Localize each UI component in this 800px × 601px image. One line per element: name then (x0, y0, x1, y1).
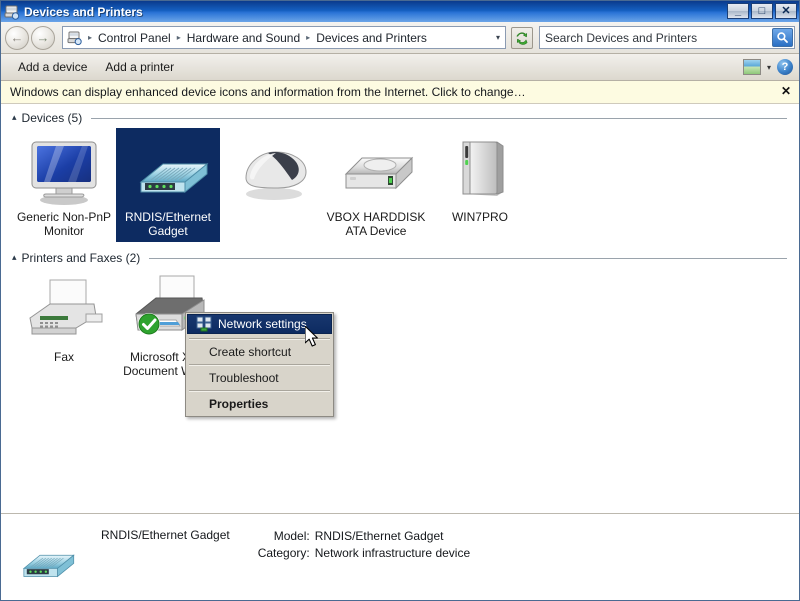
command-bar: Add a device Add a printer ▾ ? (1, 54, 799, 81)
context-menu-item-label: Troubleshoot (209, 371, 279, 385)
context-menu-create-shortcut[interactable]: Create shortcut (187, 341, 332, 363)
devices-group-header[interactable]: ▴ Devices (5) (2, 108, 799, 128)
device-vbox-harddisk-ata-device[interactable]: VBOX HARDDISK ATA Device (324, 128, 428, 242)
context-menu-item-label: Create shortcut (209, 345, 292, 359)
view-options-caret-icon[interactable]: ▾ (767, 63, 771, 72)
device-label: WIN7PRO (451, 210, 508, 224)
minimize-button[interactable]: _ (727, 3, 749, 19)
context-menu-separator-1 (189, 364, 330, 366)
device-win7pro[interactable]: WIN7PRO (428, 128, 532, 242)
add-a-printer-button[interactable]: Add a printer (96, 57, 183, 77)
forward-button[interactable]: → (31, 25, 55, 50)
back-button[interactable]: ← (5, 25, 29, 50)
back-arrow-icon: ← (10, 30, 24, 45)
context-menu: Network settings Create shortcut Trouble… (185, 312, 334, 417)
details-key: Model: (273, 529, 310, 543)
help-button[interactable]: ? (777, 59, 793, 75)
address-bar-icon (67, 30, 83, 46)
printers-group-label: Printers and Faxes (2) (21, 251, 141, 265)
view-options-icon[interactable] (742, 59, 761, 75)
search-box[interactable]: Search Devices and Printers (539, 26, 795, 49)
breadcrumb-item-0[interactable]: Control Panel (96, 31, 173, 45)
device-label: RNDIS/Ethernet Gadget (124, 210, 212, 238)
printers-tile-row: Fax Microsoft Document (2, 268, 799, 382)
monitor-icon (14, 134, 114, 206)
mouse-icon (222, 134, 322, 206)
context-menu-network-settings[interactable]: Network settings (187, 314, 332, 334)
context-menu-item-label: Network settings (218, 317, 307, 331)
device-mouse[interactable] (220, 128, 324, 242)
device-label: Generic Non-PnP Monitor (16, 210, 112, 238)
details-value: RNDIS/Ethernet Gadget (314, 529, 444, 543)
device-label: VBOX HARDDISK ATA Device (326, 210, 426, 238)
devices-tile-row: Generic Non-PnP Monitor RNDIS/Ethernet G… (2, 128, 799, 242)
computer-icon (430, 134, 530, 206)
breadcrumb-separator-0[interactable]: ▸ (87, 33, 93, 42)
window-controls: _ □ ✕ (727, 3, 797, 19)
details-row-model: Model: RNDIS/Ethernet Gadget (248, 528, 470, 545)
context-menu-separator-0 (189, 338, 330, 340)
search-input[interactable]: Search Devices and Printers (545, 31, 772, 45)
refresh-icon (516, 31, 528, 45)
context-menu-gap (187, 334, 332, 337)
context-menu-item-label: Properties (209, 397, 269, 411)
details-value: Network infrastructure device (314, 546, 471, 560)
printer-label: Fax (53, 350, 74, 364)
details-pane: RNDIS/Ethernet Gadget Model: RNDIS/Ether… (1, 513, 799, 600)
title-bar[interactable]: Devices and Printers _ □ ✕ (1, 1, 799, 22)
window-icon (4, 4, 20, 20)
printers-group-collapse-icon[interactable]: ▴ (12, 252, 17, 263)
info-bar[interactable]: Windows can display enhanced device icon… (1, 81, 799, 104)
close-glyph: ✕ (781, 4, 791, 17)
printers-group-header[interactable]: ▴ Printers and Faxes (2) (2, 248, 799, 268)
add-a-device-button[interactable]: Add a device (9, 57, 96, 77)
context-menu-separator-2 (189, 390, 330, 392)
breadcrumb-separator-1[interactable]: ▸ (176, 33, 182, 42)
device-rndis-ethernet-gadget[interactable]: RNDIS/Ethernet Gadget (116, 128, 220, 242)
fax-icon (14, 274, 114, 346)
context-menu-troubleshoot[interactable]: Troubleshoot (187, 367, 332, 389)
navigation-bar: ← → ▸ Control Panel ▸ Hardware and Sound… (1, 22, 799, 54)
minimize-glyph: _ (734, 4, 742, 17)
forward-arrow-icon: → (36, 30, 50, 45)
devices-and-printers-window: Devices and Printers _ □ ✕ ← → ▸ Control… (0, 0, 800, 601)
breadcrumb-item-2[interactable]: Devices and Printers (314, 31, 429, 45)
search-button[interactable] (772, 28, 793, 47)
printers-group-rule (149, 257, 787, 259)
device-generic-non-pnp-monitor[interactable]: Generic Non-PnP Monitor (12, 128, 116, 242)
details-device-icon (1, 520, 101, 586)
info-bar-message: Windows can display enhanced device icon… (10, 85, 526, 99)
devices-group-label: Devices (5) (21, 111, 83, 125)
context-menu-properties[interactable]: Properties (187, 393, 332, 415)
address-history-caret-icon[interactable]: ▾ (496, 33, 503, 42)
devices-group-collapse-icon[interactable]: ▴ (12, 112, 17, 123)
window-title: Devices and Printers (24, 4, 143, 19)
details-key: Category: (257, 546, 310, 560)
details-row-category: Category: Network infrastructure device (248, 545, 470, 562)
harddisk-icon (326, 134, 426, 206)
info-bar-close-icon[interactable]: ✕ (781, 84, 791, 98)
maximize-button[interactable]: □ (751, 3, 773, 19)
content-area: ▴ Devices (5) Generic Non-PnP Monitor RN… (1, 104, 799, 513)
devices-group-rule (91, 117, 787, 119)
maximize-glyph: □ (758, 4, 766, 17)
refresh-button[interactable] (511, 26, 533, 49)
command-bar-right: ▾ ? (742, 54, 793, 80)
address-bar[interactable]: ▸ Control Panel ▸ Hardware and Sound ▸ D… (62, 26, 506, 49)
breadcrumb-separator-2[interactable]: ▸ (305, 33, 311, 42)
breadcrumb-item-1[interactable]: Hardware and Sound (185, 31, 302, 45)
search-icon (777, 32, 788, 43)
details-fields: Model: RNDIS/Ethernet Gadget Category: N… (230, 520, 470, 562)
details-device-name: RNDIS/Ethernet Gadget (101, 528, 230, 542)
network-gadget-icon (118, 134, 218, 206)
printer-fax[interactable]: Fax (12, 268, 116, 382)
network-settings-icon (196, 316, 212, 332)
close-button[interactable]: ✕ (775, 3, 797, 19)
